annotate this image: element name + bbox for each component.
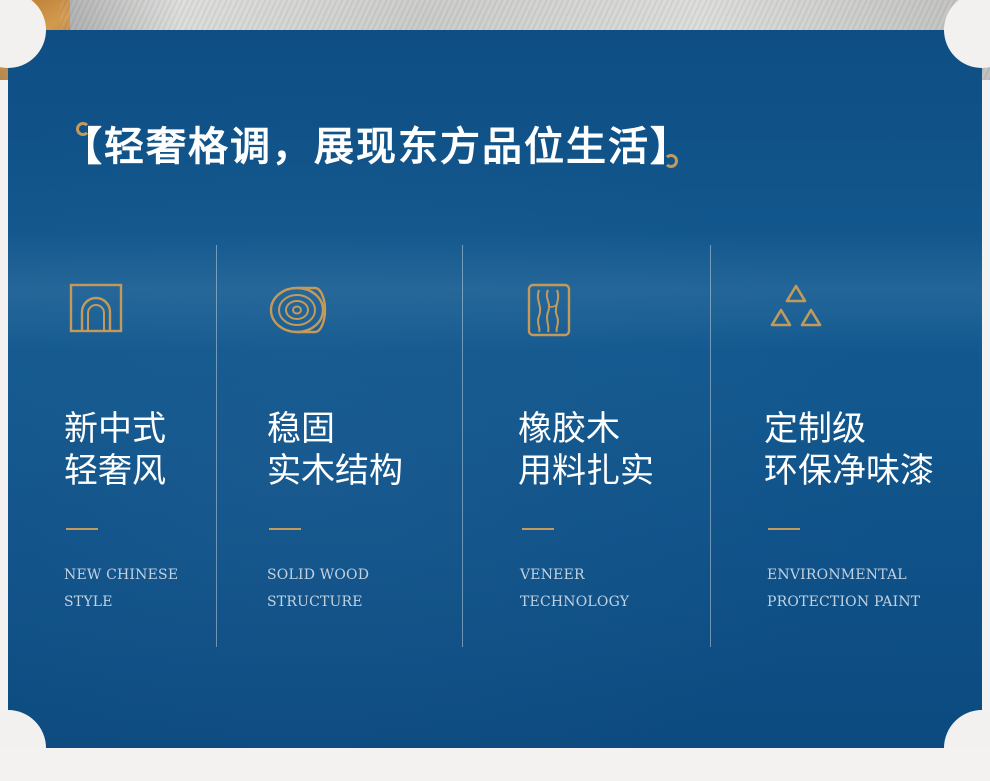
gold-rule bbox=[269, 528, 301, 530]
feature-english-caption: ENVIRONMENTAL PROTECTION PAINT bbox=[767, 567, 921, 610]
arch-icon bbox=[68, 282, 130, 344]
feature-title: 定制级 环保净味漆 bbox=[764, 409, 934, 491]
close-bracket: 】 bbox=[650, 123, 692, 170]
recycle-triangles-icon bbox=[768, 282, 830, 344]
feature-title: 橡胶木 用料扎实 bbox=[518, 409, 654, 491]
column-divider bbox=[462, 245, 463, 647]
panel-mist bbox=[8, 230, 982, 350]
feature-title: 新中式 轻奢风 bbox=[64, 409, 166, 491]
bottom-strip bbox=[0, 748, 990, 781]
column-divider bbox=[216, 245, 217, 647]
feature-title: 稳固 实木结构 bbox=[267, 409, 403, 491]
feature-english-caption: SOLID WOOD STRUCTURE bbox=[267, 567, 370, 610]
feature-english-caption: NEW CHINESE STYLE bbox=[64, 567, 179, 610]
gold-rule bbox=[66, 528, 98, 530]
feature-english-caption: VENEER TECHNOLOGY bbox=[520, 567, 630, 610]
gold-swirl-icon bbox=[664, 154, 678, 168]
title-text: 轻奢格调，展现东方品位生活 bbox=[104, 123, 650, 170]
wood-log-icon bbox=[267, 282, 329, 344]
gold-rule bbox=[522, 528, 554, 530]
gold-rule bbox=[768, 528, 800, 530]
open-bracket: 【 bbox=[62, 122, 104, 170]
product-feature-banner: 【 轻奢格调，展现东方品位生活 】 新中式 轻奢风 NEW CHINESE ST… bbox=[0, 0, 990, 781]
wood-grain-icon bbox=[526, 282, 588, 344]
gold-swirl-icon bbox=[76, 122, 90, 136]
column-divider bbox=[710, 245, 711, 647]
page-title: 【 轻奢格调，展现东方品位生活 】 bbox=[62, 108, 692, 178]
